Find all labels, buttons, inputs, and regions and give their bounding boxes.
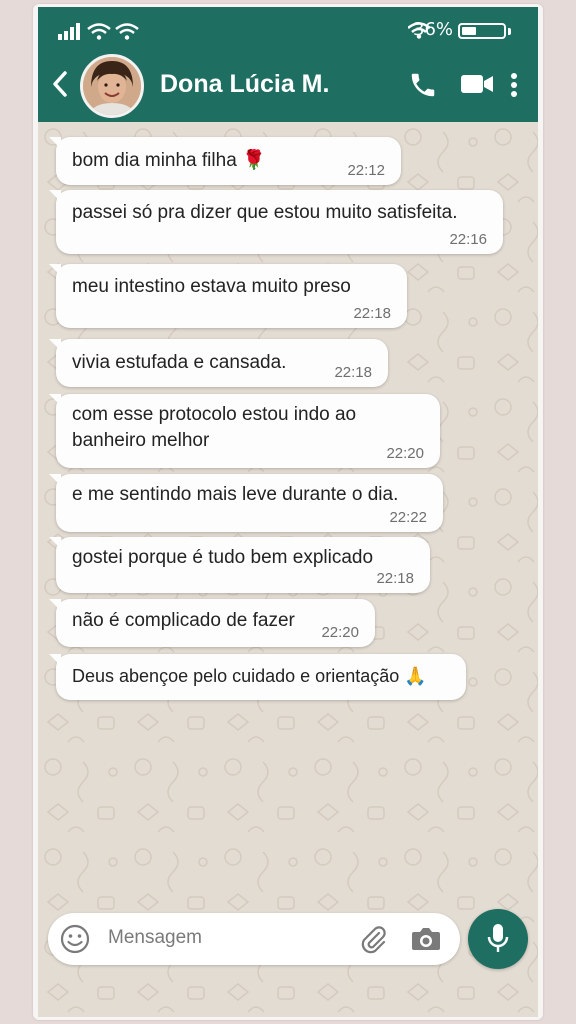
message-text: não é complicado de fazer (72, 610, 295, 631)
avatar-photo (83, 57, 141, 115)
bubble-tail (49, 190, 61, 202)
phone-frame: 36% Dona Lúcia M. bom dia minha filha 🌹 … (33, 4, 543, 1020)
emoji-icon[interactable] (60, 924, 90, 954)
message-text: e me sentindo mais leve durante o dia. (72, 484, 399, 505)
message-bubble[interactable]: gostei porque é tudo bem explicado 22:18 (49, 537, 430, 593)
battery-tip (508, 28, 511, 35)
bubble-tail (49, 474, 61, 486)
status-bar: 36% (38, 7, 538, 52)
video-call-icon[interactable] (460, 72, 494, 96)
message-bubble[interactable]: Deus abençoe pelo cuidado e orientação 🙏 (49, 654, 466, 700)
message-bubble[interactable]: não é complicado de fazer 22:20 (49, 599, 375, 647)
message-text: passei só pra dizer que estou muito sati… (72, 202, 458, 223)
message-time: 22:20 (386, 445, 424, 462)
message-time: 22:22 (389, 509, 427, 526)
mic-button[interactable] (468, 909, 528, 969)
chat-header: Dona Lúcia M. (38, 52, 538, 122)
message-text: vivia estufada e cansada. (72, 352, 287, 373)
battery-percentage: 36% (413, 19, 454, 40)
contact-avatar[interactable] (80, 54, 144, 118)
message-bubble[interactable]: vivia estufada e cansada. 22:18 (49, 339, 388, 387)
message-time: 22:12 (347, 162, 385, 179)
bubble-tail (49, 339, 61, 351)
message-time: 22:18 (376, 570, 414, 587)
message-text: bom dia minha filha 🌹 (72, 150, 266, 171)
bubble-tail (49, 654, 61, 666)
chat-screen: 36% Dona Lúcia M. bom dia minha filha 🌹 … (38, 7, 538, 1017)
message-bubble[interactable]: bom dia minha filha 🌹 22:12 (49, 137, 401, 185)
bubble-tail (49, 137, 61, 149)
battery-icon (458, 23, 506, 39)
message-bubble[interactable]: passei só pra dizer que estou muito sati… (49, 190, 503, 254)
message-text: com esse protocolo estou indo ao banheir… (72, 404, 357, 451)
bubble-tail (49, 264, 61, 276)
message-bubble[interactable]: e me sentindo mais leve durante o dia. 2… (49, 474, 443, 532)
message-composer: Mensagem (48, 913, 460, 965)
message-time: 22:18 (334, 364, 372, 381)
bubble-tail (49, 599, 61, 611)
microphone-icon (487, 924, 509, 952)
message-text: Deus abençoe pelo cuidado e orientação 🙏 (72, 666, 427, 686)
message-text: gostei porque é tudo bem explicado (72, 547, 374, 568)
battery-level-fill (462, 27, 476, 35)
message-time: 22:18 (353, 305, 391, 322)
more-options-icon[interactable] (510, 72, 518, 98)
message-text: meu intestino estava muito preso (72, 276, 351, 297)
attach-clip-icon[interactable] (358, 924, 388, 954)
bubble-tail (49, 394, 61, 406)
message-bubble[interactable]: com esse protocolo estou indo ao banheir… (49, 394, 440, 468)
phone-call-icon[interactable] (408, 70, 438, 100)
message-time: 22:16 (449, 231, 487, 248)
camera-icon[interactable] (410, 925, 442, 953)
contact-name[interactable]: Dona Lúcia M. (160, 70, 329, 99)
bubble-tail (49, 537, 61, 549)
message-bubble[interactable]: meu intestino estava muito preso 22:18 (49, 264, 407, 328)
message-input[interactable]: Mensagem (108, 927, 202, 949)
message-time: 22:20 (321, 624, 359, 641)
back-arrow-icon[interactable] (50, 70, 70, 98)
signal-wifi-icons (58, 23, 139, 40)
